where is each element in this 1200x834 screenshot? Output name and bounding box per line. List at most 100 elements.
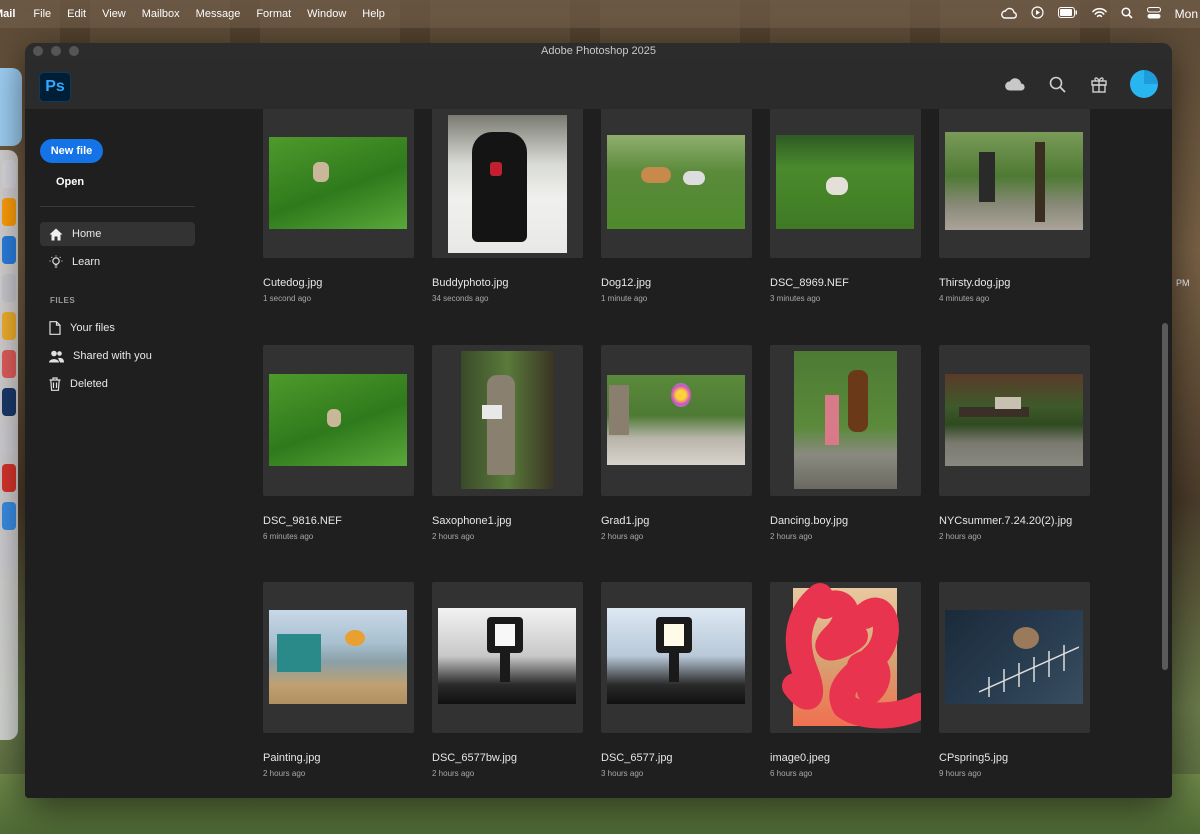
close-window-button[interactable]	[33, 46, 43, 56]
sidebar-item-deleted[interactable]: Deleted	[40, 372, 195, 396]
file-name: Saxophone1.jpg	[432, 515, 512, 527]
file-time: 2 hours ago	[601, 532, 644, 541]
menu-window[interactable]: Window	[307, 8, 346, 20]
app-header: Ps	[25, 60, 1172, 109]
menu-view[interactable]: View	[102, 8, 126, 20]
play-icon[interactable]	[1031, 6, 1044, 22]
open-button[interactable]: Open	[56, 176, 84, 188]
avatar[interactable]	[1130, 70, 1158, 98]
file-thumbnail[interactable]	[939, 109, 1090, 258]
file-name: Painting.jpg	[263, 752, 321, 764]
file-time: 2 hours ago	[939, 532, 982, 541]
file-time: 1 second ago	[263, 294, 312, 303]
sidebar-item-label: Learn	[72, 256, 101, 268]
file-time: 9 hours ago	[939, 769, 982, 778]
file-name: Dog12.jpg	[601, 277, 652, 289]
file-thumbnail[interactable]	[432, 109, 583, 258]
file-thumbnail[interactable]	[939, 345, 1090, 496]
file-time: 2 hours ago	[432, 532, 475, 541]
file-time: 2 hours ago	[770, 532, 813, 541]
home-icon	[49, 228, 63, 240]
file-name: DSC_8969.NEF	[770, 277, 849, 289]
sidebar-item-home[interactable]: Home	[40, 222, 195, 246]
cloud-icon[interactable]	[1004, 73, 1026, 95]
trash-icon	[49, 377, 61, 391]
menu-message[interactable]: Message	[196, 8, 241, 20]
creative-cloud-status-icon[interactable]	[1000, 7, 1017, 22]
file-thumbnail[interactable]	[263, 109, 414, 258]
battery-icon[interactable]	[1057, 7, 1078, 21]
file-time: 3 hours ago	[601, 769, 644, 778]
control-center-icon[interactable]	[1146, 6, 1161, 22]
file-thumbnail[interactable]	[601, 345, 752, 496]
gift-icon[interactable]	[1088, 73, 1110, 95]
file-name: CPspring5.jpg	[939, 752, 1009, 764]
file-time: 34 seconds ago	[432, 294, 489, 303]
people-icon	[49, 350, 64, 362]
menu-mailbox[interactable]: Mailbox	[142, 8, 180, 20]
menu-format[interactable]: Format	[256, 8, 291, 20]
file-name: Grad1.jpg	[601, 515, 650, 527]
file-name: DSC_9816.NEF	[263, 515, 342, 527]
wifi-icon[interactable]	[1091, 7, 1107, 22]
zoom-window-button[interactable]	[69, 46, 79, 56]
file-thumbnail[interactable]	[939, 582, 1090, 733]
file-time: 3 minutes ago	[770, 294, 821, 303]
sidebar-item-learn[interactable]: Learn	[40, 250, 195, 274]
menu-clock[interactable]: Mon	[1175, 7, 1198, 21]
scrollbar[interactable]	[1162, 323, 1168, 670]
file-name: Thirsty.dog.jpg	[939, 277, 1011, 289]
redaction-scribble	[782, 583, 921, 729]
file-time: 2 hours ago	[263, 769, 306, 778]
file-name: image0.jpeg	[770, 752, 830, 764]
file-time: 1 minute ago	[601, 294, 648, 303]
file-thumbnail[interactable]	[770, 109, 921, 258]
menu-bar: Mail File Edit View Mailbox Message Form…	[0, 0, 1200, 28]
minimize-window-button[interactable]	[51, 46, 61, 56]
file-name: NYCsummer.7.24.20(2).jpg	[939, 515, 1073, 527]
lightbulb-icon	[49, 255, 63, 268]
dock	[0, 150, 18, 740]
file-thumbnail[interactable]	[263, 345, 414, 496]
fence-lines	[979, 645, 1079, 697]
file-thumbnail[interactable]	[432, 345, 583, 496]
file-thumbnail[interactable]	[432, 582, 583, 733]
new-file-button[interactable]: New file	[40, 139, 103, 163]
file-thumbnail[interactable]	[770, 345, 921, 496]
file-icon	[49, 321, 61, 335]
menu-file[interactable]: File	[33, 8, 51, 20]
window-titlebar: Adobe Photoshop 2025	[25, 43, 1172, 60]
desktop-widget	[0, 68, 22, 146]
photoshop-window: Adobe Photoshop 2025 Ps New file Open Ho…	[25, 43, 1172, 798]
desktop-side-text: PM	[1176, 278, 1190, 288]
photoshop-logo[interactable]: Ps	[39, 72, 71, 102]
recent-files-grid: Cutedog.jpg 1 second ago Buddyphoto.jpg …	[263, 109, 1143, 798]
window-title: Adobe Photoshop 2025	[541, 45, 656, 57]
sidebar: New file Open Home Learn FILES Your file…	[25, 109, 215, 798]
file-time: 2 hours ago	[432, 769, 475, 778]
sidebar-divider	[40, 206, 195, 207]
sidebar-item-label: Home	[72, 228, 102, 240]
files-section-header: FILES	[50, 296, 76, 305]
file-name: Dancing.boy.jpg	[770, 515, 849, 527]
menu-help[interactable]: Help	[362, 8, 385, 20]
menu-edit[interactable]: Edit	[67, 8, 86, 20]
file-name: DSC_6577bw.jpg	[432, 752, 518, 764]
file-name: Cutedog.jpg	[263, 277, 323, 289]
sidebar-item-shared[interactable]: Shared with you	[40, 344, 195, 368]
sidebar-item-label: Shared with you	[73, 350, 152, 362]
menu-app-name[interactable]: Mail	[0, 8, 15, 20]
file-thumbnail[interactable]	[601, 582, 752, 733]
search-icon[interactable]	[1046, 73, 1068, 95]
file-time: 6 minutes ago	[263, 532, 314, 541]
file-thumbnail[interactable]	[770, 582, 921, 733]
file-time: 6 hours ago	[770, 769, 813, 778]
sidebar-item-your-files[interactable]: Your files	[40, 316, 195, 340]
file-thumbnail[interactable]	[601, 109, 752, 258]
sidebar-item-label: Deleted	[70, 378, 108, 390]
spotlight-search-icon[interactable]	[1121, 6, 1133, 22]
file-thumbnail[interactable]	[263, 582, 414, 733]
file-time: 4 minutes ago	[939, 294, 990, 303]
sidebar-item-label: Your files	[70, 322, 115, 334]
file-name: DSC_6577.jpg	[601, 752, 673, 764]
